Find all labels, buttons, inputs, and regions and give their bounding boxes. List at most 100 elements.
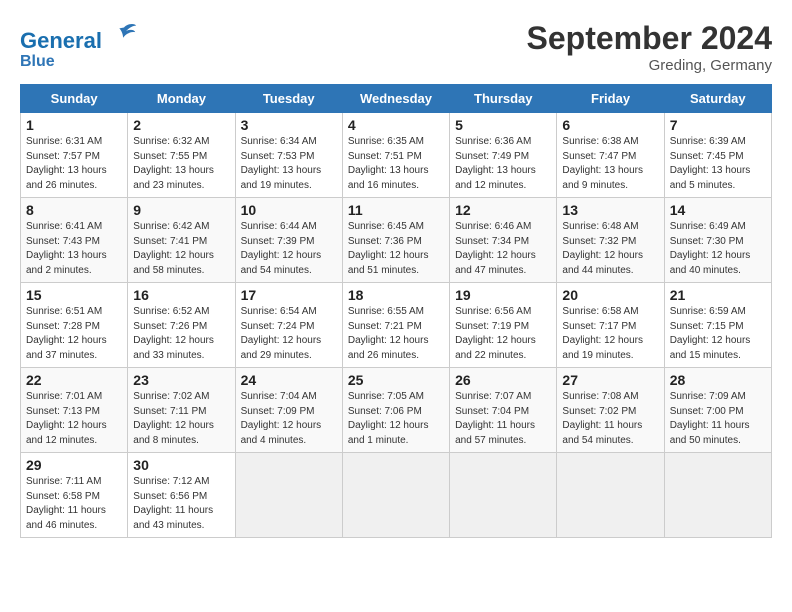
day-number: 12: [455, 202, 551, 218]
calendar-cell: 18 Sunrise: 6:55 AM Sunset: 7:21 PM Dayli…: [342, 283, 449, 368]
day-number: 21: [670, 287, 766, 303]
calendar-cell: 28 Sunrise: 7:09 AM Sunset: 7:00 PM Dayli…: [664, 368, 771, 453]
logo-general: General: [20, 28, 102, 53]
calendar-cell: 14Sunrise: 6:49 AM Sunset: 7:30 PM Dayli…: [664, 198, 771, 283]
calendar-cell: 15Sunrise: 6:51 AM Sunset: 7:28 PM Dayli…: [21, 283, 128, 368]
calendar-week-3: 15Sunrise: 6:51 AM Sunset: 7:28 PM Dayli…: [21, 283, 772, 368]
calendar-cell: 20Sunrise: 6:58 AM Sunset: 7:17 PM Dayli…: [557, 283, 664, 368]
day-info: Sunrise: 6:38 AM Sunset: 7:47 PM Dayligh…: [562, 135, 658, 193]
page-header: General Blue September 2024 Greding, Ger…: [20, 20, 772, 74]
day-info: Sunrise: 6:39 AM Sunset: 7:45 PM Dayligh…: [670, 135, 766, 193]
day-info: Sunrise: 7:01 AM Sunset: 7:13 PM Dayligh…: [26, 390, 122, 448]
day-info: Sunrise: 6:31 AM Sunset: 7:57 PM Dayligh…: [26, 135, 122, 193]
day-number: 25: [348, 372, 444, 388]
col-header-sunday: Sunday: [21, 85, 128, 113]
calendar-week-4: 22 Sunrise: 7:01 AM Sunset: 7:13 PM Dayli…: [21, 368, 772, 453]
day-number: 1: [26, 117, 122, 133]
month-title: September 2024: [527, 20, 772, 57]
calendar-cell: 30Sunrise: 7:12 AM Sunset: 6:56 PM Dayli…: [128, 453, 235, 538]
location: Greding, Germany: [527, 57, 772, 74]
day-number: 17: [241, 287, 337, 303]
calendar-table: SundayMondayTuesdayWednesdayThursdayFrid…: [20, 84, 772, 538]
day-number: 22: [26, 372, 122, 388]
col-header-saturday: Saturday: [664, 85, 771, 113]
day-number: 26: [455, 372, 551, 388]
day-info: Sunrise: 6:46 AM Sunset: 7:34 PM Dayligh…: [455, 220, 551, 278]
calendar-cell: 7 Sunrise: 6:39 AM Sunset: 7:45 PM Daylig…: [664, 113, 771, 198]
day-number: 6: [562, 117, 658, 133]
day-info: Sunrise: 6:36 AM Sunset: 7:49 PM Dayligh…: [455, 135, 551, 193]
calendar-cell: 3 Sunrise: 6:34 AM Sunset: 7:53 PM Daylig…: [235, 113, 342, 198]
day-number: 23: [133, 372, 229, 388]
day-info: Sunrise: 6:54 AM Sunset: 7:24 PM Dayligh…: [241, 305, 337, 363]
day-number: 2: [133, 117, 229, 133]
day-info: Sunrise: 6:42 AM Sunset: 7:41 PM Dayligh…: [133, 220, 229, 278]
day-number: 20: [562, 287, 658, 303]
day-info: Sunrise: 7:07 AM Sunset: 7:04 PM Dayligh…: [455, 390, 551, 448]
day-info: Sunrise: 7:04 AM Sunset: 7:09 PM Dayligh…: [241, 390, 337, 448]
calendar-cell: 22 Sunrise: 7:01 AM Sunset: 7:13 PM Dayli…: [21, 368, 128, 453]
calendar-cell: 16 Sunrise: 6:52 AM Sunset: 7:26 PM Dayli…: [128, 283, 235, 368]
calendar-week-5: 29Sunrise: 7:11 AM Sunset: 6:58 PM Dayli…: [21, 453, 772, 538]
logo: General Blue: [20, 20, 138, 71]
calendar-cell: 10Sunrise: 6:44 AM Sunset: 7:39 PM Dayli…: [235, 198, 342, 283]
day-info: Sunrise: 6:56 AM Sunset: 7:19 PM Dayligh…: [455, 305, 551, 363]
calendar-cell: [557, 453, 664, 538]
calendar-cell: 11 Sunrise: 6:45 AM Sunset: 7:36 PM Dayli…: [342, 198, 449, 283]
col-header-friday: Friday: [557, 85, 664, 113]
day-info: Sunrise: 6:55 AM Sunset: 7:21 PM Dayligh…: [348, 305, 444, 363]
day-number: 11: [348, 202, 444, 218]
calendar-cell: 5Sunrise: 6:36 AM Sunset: 7:49 PM Daylig…: [450, 113, 557, 198]
calendar-cell: 26 Sunrise: 7:07 AM Sunset: 7:04 PM Dayli…: [450, 368, 557, 453]
calendar-cell: 8 Sunrise: 6:41 AM Sunset: 7:43 PM Daylig…: [21, 198, 128, 283]
day-number: 15: [26, 287, 122, 303]
calendar-cell: [235, 453, 342, 538]
day-info: Sunrise: 6:41 AM Sunset: 7:43 PM Dayligh…: [26, 220, 122, 278]
day-info: Sunrise: 7:05 AM Sunset: 7:06 PM Dayligh…: [348, 390, 444, 448]
day-info: Sunrise: 7:12 AM Sunset: 6:56 PM Dayligh…: [133, 475, 229, 533]
title-block: September 2024 Greding, Germany: [527, 20, 772, 74]
calendar-header-row: SundayMondayTuesdayWednesdayThursdayFrid…: [21, 85, 772, 113]
day-number: 14: [670, 202, 766, 218]
calendar-cell: 9 Sunrise: 6:42 AM Sunset: 7:41 PM Daylig…: [128, 198, 235, 283]
day-number: 24: [241, 372, 337, 388]
calendar-cell: 25 Sunrise: 7:05 AM Sunset: 7:06 PM Dayli…: [342, 368, 449, 453]
day-number: 27: [562, 372, 658, 388]
calendar-cell: 17 Sunrise: 6:54 AM Sunset: 7:24 PM Dayli…: [235, 283, 342, 368]
calendar-cell: 13Sunrise: 6:48 AM Sunset: 7:32 PM Dayli…: [557, 198, 664, 283]
col-header-wednesday: Wednesday: [342, 85, 449, 113]
day-info: Sunrise: 6:52 AM Sunset: 7:26 PM Dayligh…: [133, 305, 229, 363]
day-number: 16: [133, 287, 229, 303]
calendar-week-1: 1 Sunrise: 6:31 AM Sunset: 7:57 PM Daylig…: [21, 113, 772, 198]
calendar-cell: 2Sunrise: 6:32 AM Sunset: 7:55 PM Daylig…: [128, 113, 235, 198]
day-info: Sunrise: 7:08 AM Sunset: 7:02 PM Dayligh…: [562, 390, 658, 448]
calendar-cell: 1 Sunrise: 6:31 AM Sunset: 7:57 PM Daylig…: [21, 113, 128, 198]
calendar-cell: [664, 453, 771, 538]
day-number: 18: [348, 287, 444, 303]
logo-blue: Blue: [20, 53, 138, 71]
day-info: Sunrise: 6:35 AM Sunset: 7:51 PM Dayligh…: [348, 135, 444, 193]
day-number: 19: [455, 287, 551, 303]
calendar-cell: 21 Sunrise: 6:59 AM Sunset: 7:15 PM Dayli…: [664, 283, 771, 368]
calendar-cell: 27 Sunrise: 7:08 AM Sunset: 7:02 PM Dayli…: [557, 368, 664, 453]
col-header-monday: Monday: [128, 85, 235, 113]
calendar-cell: 24 Sunrise: 7:04 AM Sunset: 7:09 PM Dayli…: [235, 368, 342, 453]
day-number: 28: [670, 372, 766, 388]
calendar-cell: 29Sunrise: 7:11 AM Sunset: 6:58 PM Dayli…: [21, 453, 128, 538]
day-number: 13: [562, 202, 658, 218]
calendar-cell: 19 Sunrise: 6:56 AM Sunset: 7:19 PM Dayli…: [450, 283, 557, 368]
day-info: Sunrise: 6:45 AM Sunset: 7:36 PM Dayligh…: [348, 220, 444, 278]
calendar-cell: 6 Sunrise: 6:38 AM Sunset: 7:47 PM Daylig…: [557, 113, 664, 198]
day-info: Sunrise: 6:34 AM Sunset: 7:53 PM Dayligh…: [241, 135, 337, 193]
day-number: 8: [26, 202, 122, 218]
day-number: 9: [133, 202, 229, 218]
day-number: 7: [670, 117, 766, 133]
day-number: 3: [241, 117, 337, 133]
col-header-tuesday: Tuesday: [235, 85, 342, 113]
logo-bird-icon: [110, 20, 138, 48]
calendar-cell: [450, 453, 557, 538]
col-header-thursday: Thursday: [450, 85, 557, 113]
day-info: Sunrise: 6:59 AM Sunset: 7:15 PM Dayligh…: [670, 305, 766, 363]
day-info: Sunrise: 7:11 AM Sunset: 6:58 PM Dayligh…: [26, 475, 122, 533]
day-info: Sunrise: 7:09 AM Sunset: 7:00 PM Dayligh…: [670, 390, 766, 448]
